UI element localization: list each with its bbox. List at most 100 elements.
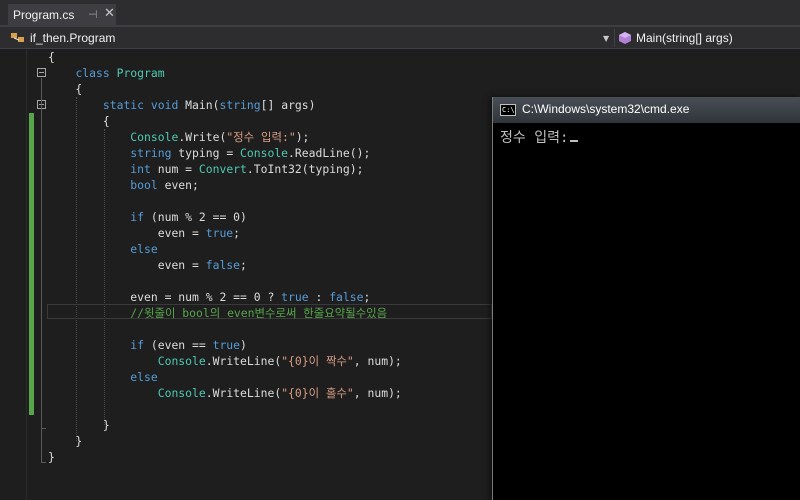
code-token: false: [205, 258, 241, 272]
code-line[interactable]: else: [48, 369, 402, 385]
code-line[interactable]: [48, 321, 402, 337]
console-icon: C:\: [500, 104, 516, 116]
code-line[interactable]: Console.WriteLine("{0}이 짝수", num);: [48, 353, 402, 369]
code-token: (num % 2 == 0): [144, 210, 247, 224]
code-token: true: [281, 290, 309, 304]
chevron-down-icon[interactable]: ▼: [603, 34, 609, 43]
document-tab-strip: Program.cs ⊣ ✕: [0, 0, 800, 27]
code-line[interactable]: {: [48, 49, 402, 65]
code-token: .Write(: [178, 130, 227, 144]
text-cursor: [570, 140, 579, 142]
pin-icon[interactable]: ⊣: [88, 8, 98, 21]
code-token: //윗줄이 bool의 even변수로써 한줄요약될수있음: [130, 306, 388, 320]
nav-divider: [614, 29, 615, 47]
gutter-divider: [26, 49, 27, 500]
code-token: (even ==: [144, 338, 213, 352]
console-title: C:\Windows\system32\cmd.exe: [522, 102, 690, 116]
code-token: Console: [157, 386, 206, 400]
code-token: Console: [130, 130, 179, 144]
fold-toggle-class[interactable]: [37, 68, 46, 77]
console-output[interactable]: 정수 입력:: [500, 127, 579, 147]
member-dropdown[interactable]: Main(string[] args): [618, 29, 733, 47]
code-token: typing =: [171, 146, 241, 160]
code-token: ): [240, 338, 247, 352]
code-token: void: [150, 98, 179, 112]
code-token: }: [48, 434, 83, 448]
code-token: ;: [240, 258, 247, 272]
code-line[interactable]: [48, 193, 402, 209]
code-line[interactable]: string typing = Console.ReadLine();: [48, 145, 402, 161]
code-line[interactable]: if (num % 2 == 0): [48, 209, 402, 225]
code-line[interactable]: even = num % 2 == 0 ? true : false;: [48, 289, 402, 305]
code-token: int: [130, 162, 151, 176]
code-line[interactable]: }: [48, 417, 402, 433]
code-line[interactable]: else: [48, 241, 402, 257]
code-line[interactable]: }: [48, 433, 402, 449]
code-token: Console: [157, 354, 206, 368]
code-token: .WriteLine(: [205, 354, 282, 368]
code-token: Program: [116, 66, 165, 80]
navigation-bar: if_then.Program ▼ Main(string[] args): [0, 27, 800, 49]
code-token: if: [130, 210, 145, 224]
code-token: Console: [240, 146, 289, 160]
code-token: bool: [130, 178, 158, 192]
code-token: else: [130, 370, 158, 384]
class-dropdown[interactable]: if_then.Program: [10, 29, 115, 47]
console-titlebar[interactable]: C:\ C:\Windows\system32\cmd.exe: [493, 97, 800, 123]
code-line[interactable]: class Program: [48, 65, 402, 81]
console-window[interactable]: C:\ C:\Windows\system32\cmd.exe 정수 입력:: [492, 97, 800, 500]
code-token: }: [48, 418, 110, 432]
code-line[interactable]: [48, 401, 402, 417]
code-token: true: [205, 226, 234, 240]
code-text[interactable]: { class Program { static void Main(strin…: [48, 49, 402, 465]
code-token: {: [48, 114, 110, 128]
code-token: "정수 입력:": [226, 130, 296, 144]
code-token: "{0}이 짝수": [281, 354, 354, 368]
code-line[interactable]: if (even == true): [48, 337, 402, 353]
close-icon[interactable]: ✕: [104, 6, 115, 21]
code-token: :: [308, 290, 330, 304]
code-line[interactable]: {: [48, 113, 402, 129]
code-line[interactable]: [48, 273, 402, 289]
console-prompt: 정수 입력:: [500, 130, 569, 146]
code-line[interactable]: int num = Convert.ToInt32(typing);: [48, 161, 402, 177]
code-token: static: [102, 98, 145, 112]
tab-program-cs[interactable]: Program.cs ⊣ ✕: [8, 4, 116, 26]
code-token: Convert: [198, 162, 247, 176]
code-line[interactable]: {: [48, 81, 402, 97]
change-tracking-bar: [29, 113, 34, 415]
tab-title: Program.cs: [13, 8, 75, 22]
member-label: Main(string[] args): [636, 31, 733, 45]
code-token: string: [130, 146, 172, 160]
code-token: "{0}이 홀수": [281, 386, 354, 400]
code-token: even = num % 2 == 0 ?: [48, 290, 282, 304]
code-line[interactable]: bool even;: [48, 177, 402, 193]
code-line[interactable]: Console.WriteLine("{0}이 홀수", num);: [48, 385, 402, 401]
code-line[interactable]: Console.Write("정수 입력:");: [48, 129, 402, 145]
code-line[interactable]: static void Main(string[] args): [48, 97, 402, 113]
fold-line-outer: [41, 78, 42, 463]
method-icon: [619, 32, 631, 44]
code-token: class: [75, 66, 110, 80]
code-line[interactable]: even = false;: [48, 257, 402, 273]
code-token: if: [130, 338, 145, 352]
code-token: {: [48, 82, 83, 96]
code-line[interactable]: //윗줄이 bool의 even변수로써 한줄요약될수있음: [48, 305, 402, 321]
code-line[interactable]: }: [48, 449, 402, 465]
code-line[interactable]: even = true;: [48, 225, 402, 241]
code-token: {: [48, 50, 55, 64]
class-icon: [11, 33, 24, 42]
code-token: true: [212, 338, 241, 352]
code-token: .ToInt32(typing);: [246, 162, 364, 176]
